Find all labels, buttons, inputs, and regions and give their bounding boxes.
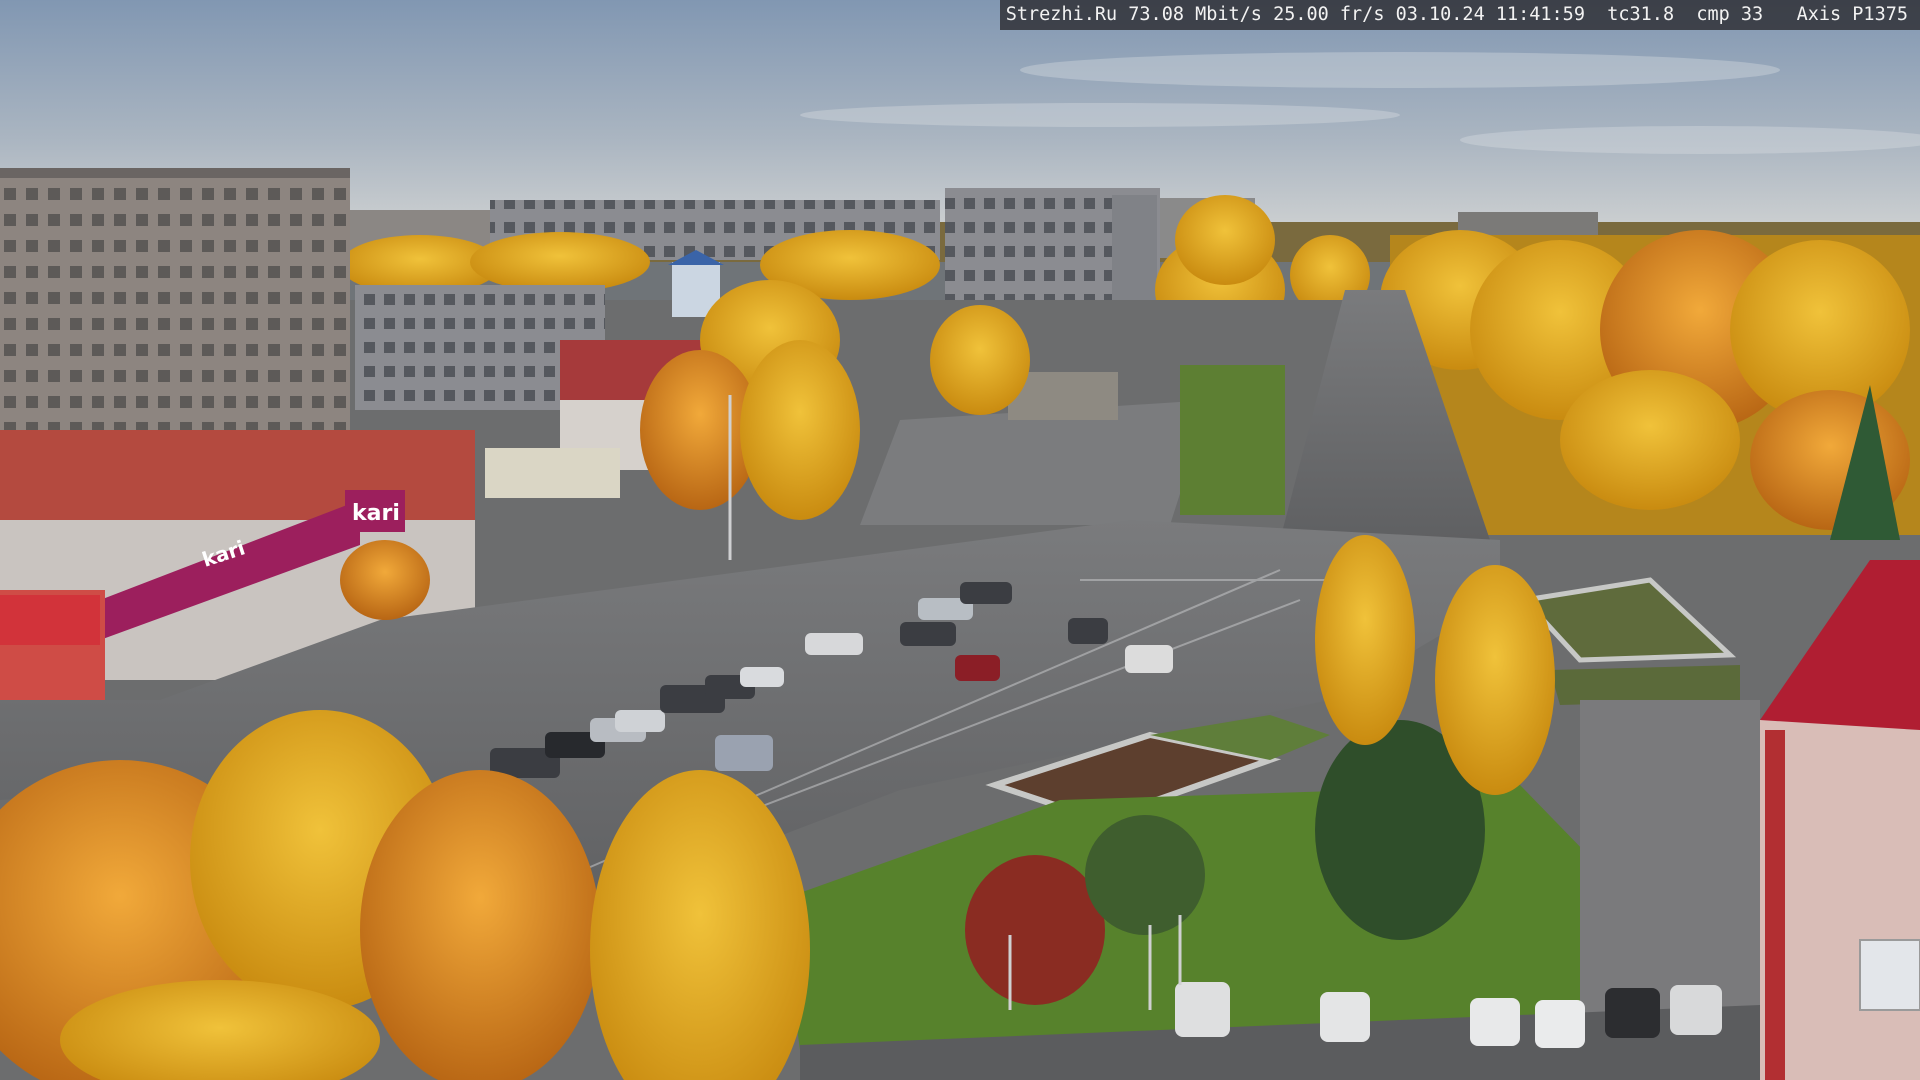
small-shop — [485, 448, 620, 498]
overlay-cmp: cmp 33 — [1696, 4, 1764, 25]
webcam-scene: kari kari — [0, 0, 1920, 1080]
overlay-camera-model: Axis P1375 — [1796, 4, 1908, 25]
apartment-roof — [0, 168, 350, 178]
flowerbed-right — [1550, 665, 1740, 705]
camera-info-overlay: Strezhi.Ru 73.08 Mbit/s 25.00 fr/s 03.10… — [999, 0, 1920, 30]
kari-logo: kari — [352, 501, 400, 526]
overlay-date: 03.10.24 — [1395, 4, 1485, 25]
overlay-tc: tc31.8 — [1607, 4, 1675, 25]
overlay-site: Strezhi.Ru — [1005, 4, 1118, 25]
overlay-bitrate: 73.08 Mbit/s — [1128, 4, 1262, 25]
grass-strip — [1180, 365, 1285, 515]
overlay-framerate: 25.00 fr/s — [1273, 4, 1385, 25]
overlay-time: 11:41:59 — [1495, 4, 1585, 25]
